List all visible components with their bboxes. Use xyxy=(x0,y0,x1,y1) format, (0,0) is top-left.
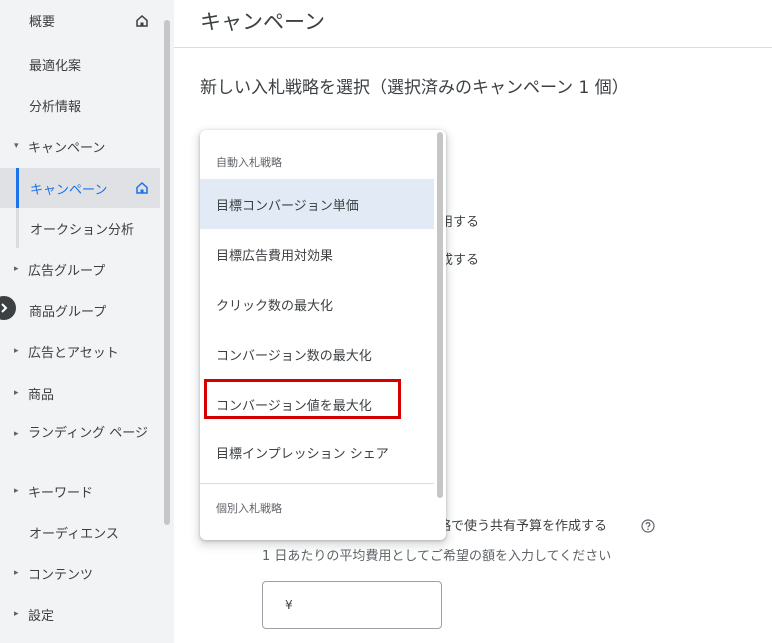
sidebar-item-recommendations[interactable]: 最適化案 xyxy=(0,44,160,84)
sidebar-group-ads-assets[interactable]: ▸ 広告とアセット xyxy=(0,331,160,371)
dropdown-divider xyxy=(200,483,434,484)
sidebar-item-label: 商品グループ xyxy=(29,304,107,320)
sidebar-item-label: ランディング ページ xyxy=(28,426,148,441)
sidebar-item-label: 概要 xyxy=(29,14,56,30)
dropdown-group-header: 個別入札戦略 xyxy=(216,502,282,515)
sidebar-item-label: 広告グループ xyxy=(28,263,106,279)
option-label: 目標コンバージョン単価 xyxy=(216,198,359,214)
sidebar-group-campaigns[interactable]: ▾ キャンペーン xyxy=(0,126,160,166)
sidebar-group-settings[interactable]: ▸ 設定 xyxy=(0,594,160,634)
option-label: 目標インプレッション シェア xyxy=(216,446,389,462)
sidebar-item-auction-insights[interactable]: オークション分析 xyxy=(0,208,160,248)
sidebar-item-label: 設定 xyxy=(28,608,55,624)
sidebar-group-keywords[interactable]: ▸ キーワード xyxy=(0,471,160,511)
sidebar-item-product-groups[interactable]: 商品グループ xyxy=(0,290,160,330)
option-label: 目標広告費用対効果 xyxy=(216,248,334,264)
sidebar-item-label: 広告とアセット xyxy=(28,345,119,361)
divider xyxy=(174,47,772,48)
option-maximize-conversions[interactable]: コンバージョン数の最大化 xyxy=(200,329,434,379)
budget-input[interactable]: ¥ xyxy=(262,581,442,629)
option-label: コンバージョン数の最大化 xyxy=(216,348,372,364)
chevron-right-icon: ▸ xyxy=(14,568,19,578)
sidebar-nav: 概要 最適化案 分析情報 ▾ キャンペーン キャンペーン オークション分析 ▸ … xyxy=(0,0,160,643)
bid-strategy-dropdown: 自動入札戦略 目標コンバージョン単価 目標広告費用対効果 クリック数の最大化 コ… xyxy=(200,130,446,540)
sidebar-item-label: コンテンツ xyxy=(28,567,94,583)
chevron-right-icon: ▸ xyxy=(14,264,19,274)
option-target-roas[interactable]: 目標広告費用対効果 xyxy=(200,229,434,279)
chevron-right-icon: ▸ xyxy=(14,346,19,356)
option-target-impression-share[interactable]: 目標インプレッション シェア xyxy=(200,427,434,477)
chevron-right-icon: ▸ xyxy=(14,609,19,619)
chevron-right-icon: ▸ xyxy=(14,429,19,439)
currency-symbol: ¥ xyxy=(285,598,293,612)
chevron-right-icon: ▸ xyxy=(14,388,19,398)
page-title: キャンペーン xyxy=(200,10,325,34)
dropdown-scrollbar[interactable] xyxy=(437,132,443,498)
option-label: クリック数の最大化 xyxy=(216,298,334,314)
sidebar-item-label: オークション分析 xyxy=(30,222,135,238)
help-icon[interactable] xyxy=(641,519,655,533)
sidebar-group-products[interactable]: ▸ 商品 xyxy=(0,373,160,413)
chevron-down-icon: ▾ xyxy=(14,141,19,151)
home-icon[interactable] xyxy=(134,180,150,196)
sidebar-item-audiences[interactable]: オーディエンス xyxy=(0,512,160,552)
sidebar-item-label: 最適化案 xyxy=(29,58,82,74)
highlight-annotation-box xyxy=(204,379,401,419)
chevron-right-icon: ▸ xyxy=(14,486,19,496)
sidebar-item-label: キャンペーン xyxy=(28,140,106,156)
sidebar-scrollbar[interactable] xyxy=(160,0,174,643)
sidebar-item-label: 分析情報 xyxy=(29,99,82,115)
sidebar-item-label: キャンペーン xyxy=(30,182,108,198)
budget-hint: 1 日あたりの平均費用としてご希望の額を入力してください xyxy=(262,549,612,564)
section-title: 新しい入札戦略を選択（選択済みのキャンペーン 1 個） xyxy=(200,78,629,98)
scrollbar-thumb[interactable] xyxy=(164,20,170,525)
option-target-cpa[interactable]: 目標コンバージョン単価 xyxy=(200,179,434,229)
option-maximize-clicks[interactable]: クリック数の最大化 xyxy=(200,279,434,329)
sidebar-group-content[interactable]: ▸ コンテンツ xyxy=(0,553,160,593)
chevron-right-icon xyxy=(1,303,8,313)
sidebar-item-label: 商品 xyxy=(28,387,55,403)
shared-budget-label: 略で使う共有予算を作成する xyxy=(438,519,608,534)
sidebar-group-landing-pages[interactable]: ▸ ランディング ページ xyxy=(0,412,160,456)
sidebar-group-ad-groups[interactable]: ▸ 広告グループ xyxy=(0,249,160,289)
sidebar-item-label: オーディエンス xyxy=(29,526,119,542)
sidebar-item-insights[interactable]: 分析情報 xyxy=(0,85,160,125)
home-icon[interactable] xyxy=(134,13,150,29)
dropdown-group-header: 自動入札戦略 xyxy=(216,156,282,169)
sidebar-item-label: キーワード xyxy=(28,485,94,501)
